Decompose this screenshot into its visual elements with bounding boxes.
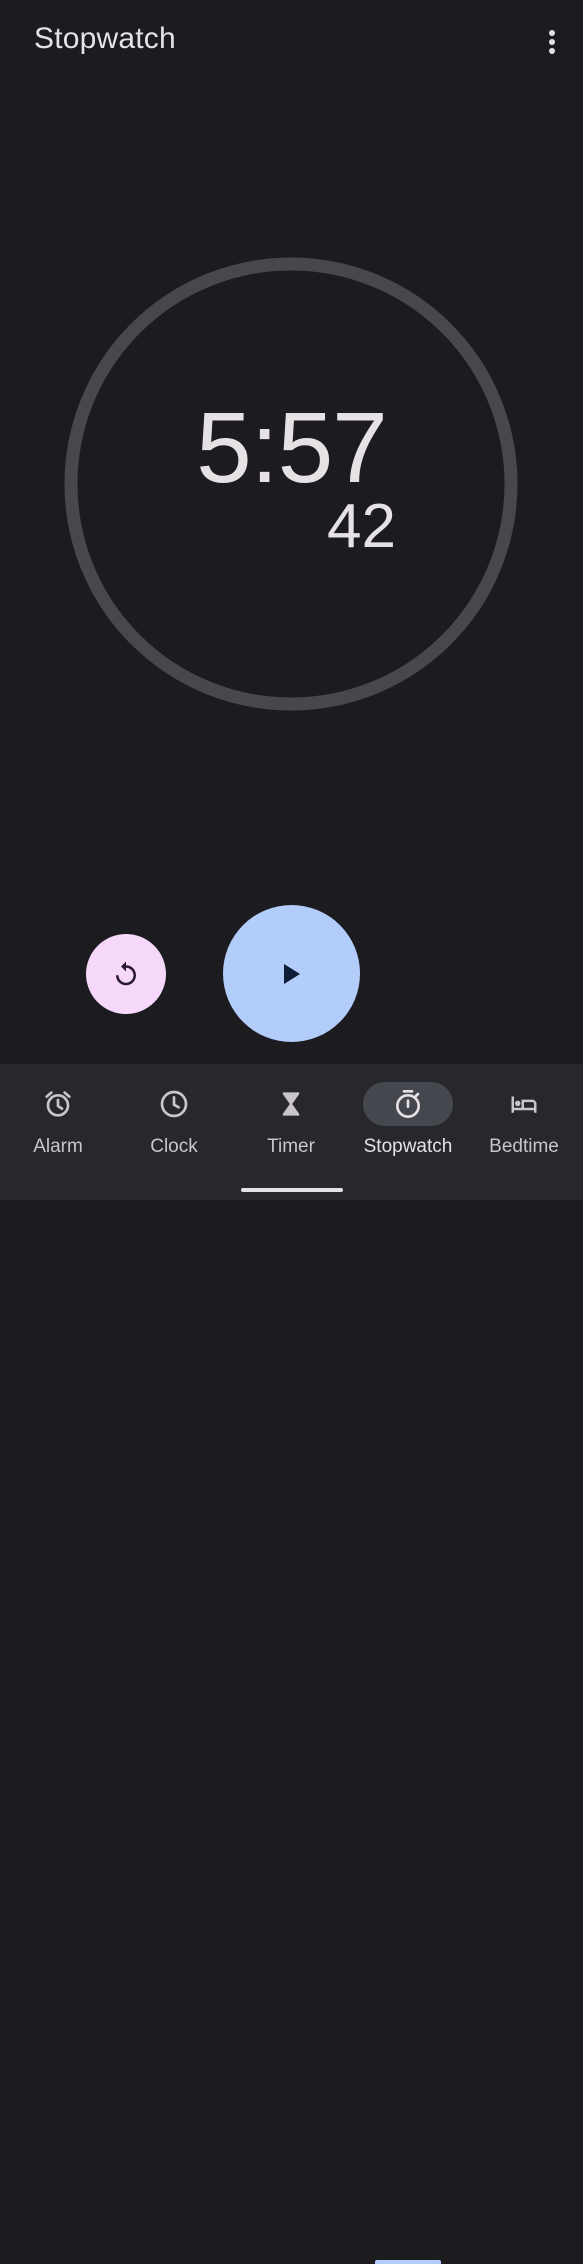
page-title: Stopwatch <box>34 22 176 55</box>
nav-pill <box>246 1082 336 1126</box>
reset-icon <box>116 961 136 986</box>
bottom-navigation: Alarm Clock Timer Stopwatch Bedtime <box>0 1064 583 2264</box>
stopwatch-icon <box>396 1090 420 1118</box>
more-options-button[interactable] <box>532 22 572 62</box>
nav-label-clock: Clock <box>150 1136 198 1157</box>
hourglass-icon <box>282 1092 300 1116</box>
nav-item-alarm[interactable]: Alarm <box>0 1064 116 1174</box>
elapsed-hundredths: 42 <box>327 492 396 561</box>
nav-item-bedtime[interactable]: Bedtime <box>466 1064 582 1174</box>
nav-pill <box>129 1082 219 1126</box>
gesture-home-bar[interactable] <box>241 1188 343 1192</box>
nav-item-clock[interactable]: Clock <box>116 1064 232 1174</box>
nav-label-bedtime: Bedtime <box>489 1136 559 1157</box>
clock-icon <box>160 1090 188 1118</box>
nav-item-stopwatch[interactable]: Stopwatch <box>350 1064 466 1174</box>
more-vert-icon <box>549 30 555 54</box>
play-button[interactable] <box>223 905 360 1042</box>
bed-icon <box>511 1096 537 1113</box>
nav-pill-active <box>363 1082 453 1126</box>
elapsed-time: 5:57 <box>196 392 388 504</box>
reset-button[interactable] <box>86 934 166 1014</box>
nav-pill <box>479 1082 569 1126</box>
active-tab-indicator <box>375 2260 441 2264</box>
nav-pill <box>13 1082 103 1126</box>
play-icon <box>283 963 300 984</box>
nav-label-timer: Timer <box>267 1136 315 1157</box>
nav-item-timer[interactable]: Timer <box>233 1064 349 1174</box>
nav-label-alarm: Alarm <box>33 1136 83 1157</box>
alarm-icon <box>45 1091 71 1117</box>
nav-label-stopwatch: Stopwatch <box>363 1136 453 1157</box>
